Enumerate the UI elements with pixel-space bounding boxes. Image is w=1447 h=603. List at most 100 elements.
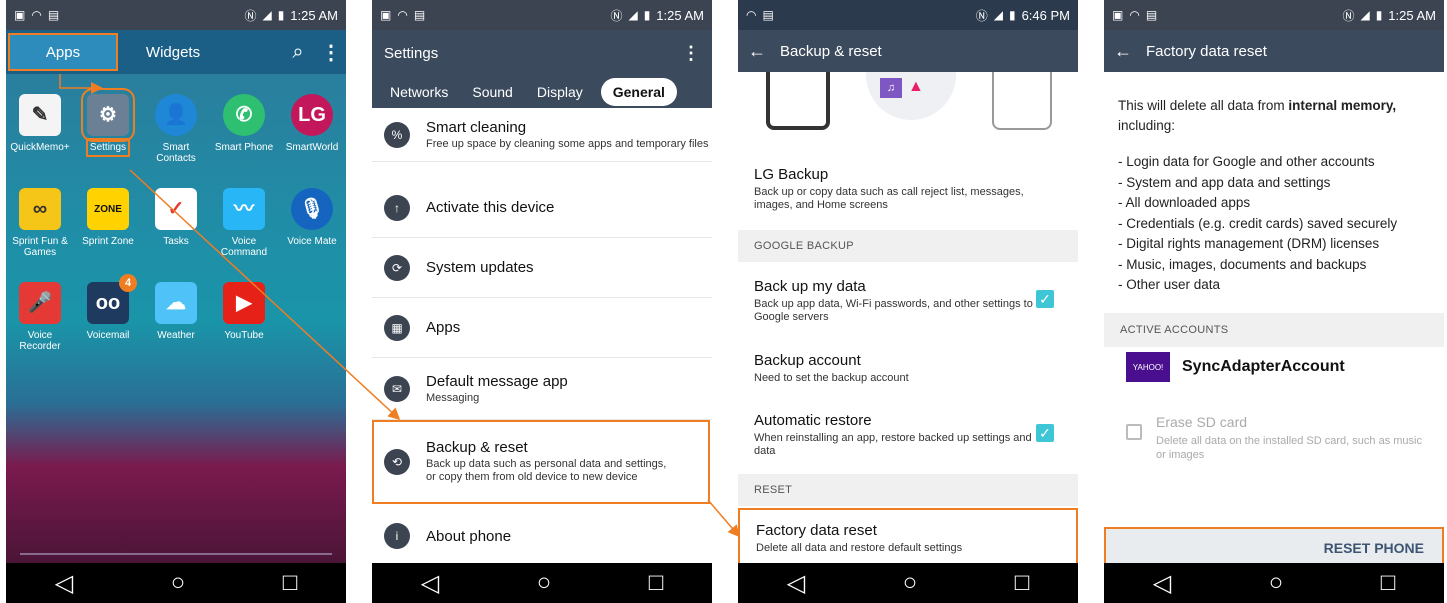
app-label: Voice Command <box>220 236 268 258</box>
item-title: LG Backup <box>754 166 829 183</box>
backup-illustration: ♫ ▲ <box>738 72 1078 140</box>
lg-backup-item[interactable]: LG Backup Back up or copy data such as c… <box>738 166 1078 212</box>
app-youtube[interactable]: ▶ YouTube <box>210 282 278 364</box>
app-recorder[interactable]: 🎤 Voice Recorder <box>6 282 74 364</box>
home-icon[interactable]: ○ <box>903 569 918 597</box>
intro-bold: internal memory, <box>1288 98 1397 113</box>
app-label: YouTube <box>224 330 264 341</box>
tab-sound[interactable]: Sound <box>460 84 524 100</box>
automatic-restore-item[interactable]: Automatic restore When reinstalling an a… <box>738 412 1078 458</box>
more-icon[interactable]: ⋮ <box>316 40 346 65</box>
home-icon[interactable]: ○ <box>537 569 552 597</box>
tab-apps[interactable]: Apps <box>8 33 118 71</box>
message-icon: ✉ <box>384 375 410 402</box>
item-subtitle: When reinstalling an app, restore backed… <box>754 432 1032 457</box>
app-label: Tasks <box>163 236 189 247</box>
account-name: SyncAdapterAccount <box>1182 358 1345 375</box>
settings-item-smart-cleaning[interactable]: % Smart cleaning Free up space by cleanin… <box>372 108 712 162</box>
back-arrow-icon[interactable]: ← <box>748 41 766 62</box>
app-contacts[interactable]: 👤 Smart Contacts <box>142 94 210 176</box>
app-weather[interactable]: ☁ Weather <box>142 282 210 364</box>
item-title: Apps <box>426 319 461 336</box>
factory-data-reset-item[interactable]: Factory data reset Delete all data and r… <box>738 508 1078 566</box>
settings-tabs: Networks Sound Display General <box>372 76 712 108</box>
message-icon: ▤ <box>762 8 774 22</box>
erase-sd-item[interactable]: Erase SD card Delete all data on the ins… <box>1156 414 1426 462</box>
settings-item-about[interactable]: i About phone <box>372 508 712 564</box>
app-games[interactable]: ∞ Sprint Fun & Games <box>6 188 74 270</box>
tab-networks[interactable]: Networks <box>378 84 460 100</box>
home-screen-panel: ▣ ◠ ▤ Ⓝ ◢ ▮ 1:25 AM Apps Widgets ⌕ ⋮ ✎ QuickMe… <box>6 0 346 603</box>
home-icon[interactable]: ○ <box>171 569 186 597</box>
item-subtitle: Back up app data, Wi-Fi passwords, and o… <box>754 298 1033 323</box>
app-gear[interactable]: ⚙ Settings <box>74 88 142 176</box>
recents-icon[interactable]: □ <box>649 569 664 597</box>
automatic-restore-checkbox[interactable]: ✓ <box>1036 424 1054 442</box>
app-phone[interactable]: ✆ Smart Phone <box>210 94 278 176</box>
old-device-icon <box>766 72 830 130</box>
app-mic[interactable]: 🎙 Voice Mate <box>278 188 346 270</box>
back-icon[interactable]: ◁ <box>55 569 73 598</box>
list-item: - Music, images, documents and backups <box>1118 256 1367 272</box>
backup-my-data-checkbox[interactable]: ✓ <box>1036 290 1054 308</box>
back-arrow-icon[interactable]: ← <box>1114 41 1132 62</box>
app-zone[interactable]: ZONE Sprint Zone <box>74 188 142 270</box>
list-item: - Login data for Google and other accoun… <box>1118 154 1375 169</box>
highlight-box <box>372 420 710 504</box>
app-label: Sprint Fun & Games <box>12 236 68 258</box>
arrow-backup-to-factory <box>707 499 740 538</box>
status-time: 1:25 AM <box>1388 7 1436 23</box>
more-icon[interactable]: ⋮ <box>682 43 700 64</box>
recorder-icon: 🎤 <box>19 282 61 324</box>
message-icon: ▤ <box>413 8 426 22</box>
battery-icon: ▮ <box>277 8 285 22</box>
back-icon[interactable]: ◁ <box>421 569 439 598</box>
image-icon: ▣ <box>1112 8 1124 22</box>
list-item: - Credentials (e.g. credit cards) saved … <box>1118 215 1398 231</box>
tab-general[interactable]: General <box>600 78 677 106</box>
settings-item-default-message[interactable]: ✉ Default message app Messaging <box>372 358 712 420</box>
app-waveform[interactable]: 〰 Voice Command <box>210 188 278 270</box>
settings-item-activate[interactable]: ↑ Activate this device <box>372 178 712 238</box>
app-lg[interactable]: LG SmartWorld <box>278 94 346 176</box>
activate-icon: ↑ <box>384 194 410 221</box>
drawer-tabs: Apps Widgets ⌕ ⋮ <box>6 30 346 74</box>
apps-icon: ▦ <box>384 314 410 341</box>
tab-display[interactable]: Display <box>525 84 595 100</box>
cleaning-icon: % <box>384 121 410 148</box>
recents-icon[interactable]: □ <box>1015 569 1030 597</box>
app-quickmemo[interactable]: ✎ QuickMemo+ <box>6 94 74 176</box>
section-header: ACTIVE ACCOUNTS <box>1104 313 1444 347</box>
settings-item-apps[interactable]: ▦ Apps <box>372 298 712 358</box>
zone-icon: ZONE <box>87 188 129 230</box>
erase-sd-checkbox[interactable] <box>1126 424 1142 440</box>
backup-account-item[interactable]: Backup account Need to set the backup ac… <box>738 352 1078 385</box>
app-bar: ← Factory data reset <box>1104 30 1444 72</box>
item-title: Activate this device <box>426 199 555 216</box>
signal-icon: ◢ <box>262 8 272 22</box>
new-device-icon <box>992 72 1052 130</box>
recents-icon[interactable]: □ <box>283 569 298 597</box>
games-icon: ∞ <box>19 188 61 230</box>
nav-bar: ◁ ○ □ <box>1104 563 1444 603</box>
update-icon: ⟳ <box>384 254 410 281</box>
app-tasks[interactable]: ✓ Tasks <box>142 188 210 270</box>
status-bar: ▣ ◠ ▤ Ⓝ ◢ ▮ 1:25 AM <box>1104 0 1444 30</box>
app-label: Weather <box>157 330 195 341</box>
weather-icon: ☁ <box>155 282 197 324</box>
signal-icon: ◢ <box>628 8 638 22</box>
recents-icon[interactable]: □ <box>1381 569 1396 597</box>
home-icon[interactable]: ○ <box>1269 569 1284 597</box>
settings-item-system-updates[interactable]: ⟳ System updates <box>372 238 712 298</box>
item-subtitle: Delete all data on the installed SD card… <box>1156 435 1422 461</box>
section-header: RESET <box>738 474 1078 506</box>
back-icon[interactable]: ◁ <box>1153 569 1171 598</box>
nfc-icon: Ⓝ <box>1342 8 1355 23</box>
search-icon[interactable]: ⌕ <box>280 41 316 64</box>
signal-icon: ◢ <box>993 8 1003 22</box>
back-icon[interactable]: ◁ <box>787 569 805 598</box>
tab-widgets[interactable]: Widgets <box>118 44 228 61</box>
backup-my-data-item[interactable]: Back up my data Back up app data, Wi-Fi … <box>738 278 1078 324</box>
app-voicemail[interactable]: oo 4 Voicemail <box>74 274 142 364</box>
lg-icon: LG <box>291 94 333 136</box>
